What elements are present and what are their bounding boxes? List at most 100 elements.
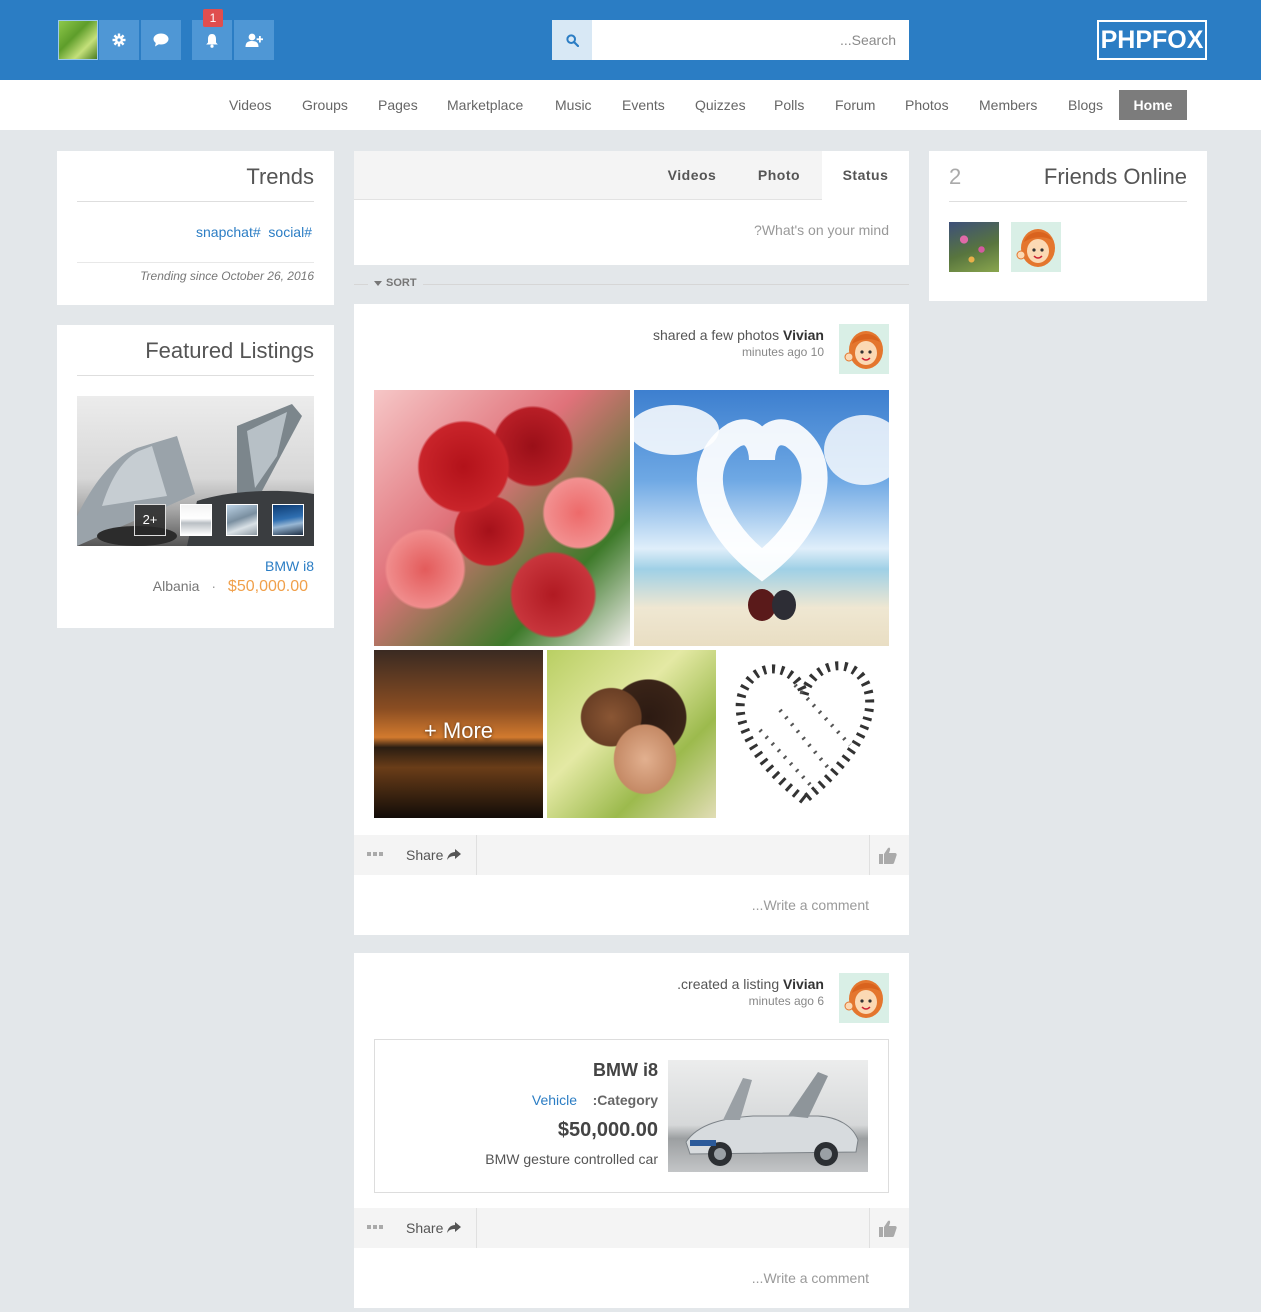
listing-card[interactable]: BMW i8 Vehicle :Category $50,000.00 BMW … (374, 1039, 889, 1193)
post-author[interactable]: Vivian (783, 327, 824, 343)
tab-status[interactable]: Status (822, 151, 909, 201)
photo-ink-heart[interactable] (720, 650, 889, 818)
thumbs-up-icon (879, 1220, 897, 1237)
share-button[interactable]: Share (406, 1208, 462, 1248)
more-options-icon[interactable] (367, 852, 383, 856)
feed-post: shared a few photos Vivian minutes ago 1… (354, 304, 909, 935)
search-bar (552, 20, 909, 60)
nav-groups[interactable]: Groups (302, 80, 348, 130)
listing-price: $50,000.00 (227, 578, 308, 595)
trends-title: Trends (246, 164, 314, 189)
listing-description: BMW gesture controlled car (485, 1151, 658, 1167)
ink-heart-image (735, 661, 875, 806)
sort-label: SORT (386, 277, 417, 289)
nav-members[interactable]: Members (979, 80, 1037, 130)
divider (77, 375, 314, 376)
friend-requests-button[interactable] (234, 20, 274, 60)
cartoon-avatar (1016, 229, 1055, 267)
listing-thumbnail[interactable] (180, 504, 212, 536)
listing-image[interactable]: 2+ (77, 396, 314, 546)
trend-tag[interactable]: snapchat# (196, 224, 261, 240)
status-composer: Videos Photo Status ?What's on your mind (354, 151, 909, 265)
gear-icon (112, 33, 126, 47)
post-time[interactable]: minutes ago 6 (749, 994, 824, 1008)
user-avatar[interactable] (58, 20, 98, 60)
settings-button[interactable] (99, 20, 139, 60)
divider (869, 835, 870, 875)
search-button[interactable] (552, 20, 592, 60)
nav-home[interactable]: Home (1119, 90, 1187, 120)
tab-videos[interactable]: Videos (648, 151, 736, 200)
divider (77, 262, 314, 263)
photo-heart-cloud[interactable] (634, 390, 889, 646)
search-input[interactable] (592, 20, 909, 60)
nav-quizzes[interactable]: Quizzes (695, 80, 746, 130)
site-logo[interactable]: PHPFOX (1097, 20, 1207, 60)
messages-button[interactable] (141, 20, 181, 60)
like-button[interactable] (879, 1220, 897, 1242)
nav-music[interactable]: Music (555, 80, 592, 130)
main-nav: Videos Groups Pages Marketplace Music Ev… (0, 80, 1261, 130)
nav-photos[interactable]: Photos (905, 80, 949, 130)
share-arrow-icon (447, 1222, 462, 1233)
like-button[interactable] (879, 847, 897, 869)
photo-sunset-more[interactable]: + More (374, 650, 543, 818)
author-avatar[interactable] (839, 973, 889, 1023)
listing-card-title[interactable]: BMW i8 (593, 1060, 658, 1081)
photo-couple[interactable] (547, 650, 716, 818)
post-header-text: shared a few photos Vivian (653, 327, 824, 343)
featured-title: Featured Listings (145, 338, 314, 363)
nav-marketplace[interactable]: Marketplace (447, 80, 523, 130)
featured-listings-panel: Featured Listings 2+ BMW i8 Albania · $5… (57, 325, 334, 628)
category-value[interactable]: Vehicle (532, 1092, 577, 1108)
more-photos-label[interactable]: + More (374, 718, 543, 744)
listing-category: Vehicle :Category (532, 1092, 658, 1108)
divider (949, 201, 1187, 202)
post-action-bar: Share (354, 1208, 909, 1248)
photo-roses[interactable] (374, 390, 630, 646)
listing-card-image[interactable] (668, 1060, 868, 1172)
sort-dropdown[interactable]: SORT (368, 277, 423, 289)
tab-photo[interactable]: Photo (736, 151, 822, 200)
more-options-icon[interactable] (367, 1225, 383, 1229)
trend-tags: snapchat# social# (196, 224, 312, 240)
listing-thumbnail[interactable] (226, 504, 258, 536)
nav-forum[interactable]: Forum (835, 80, 875, 130)
friend-avatar[interactable] (1011, 222, 1061, 272)
caret-down-icon (374, 280, 382, 286)
comment-input[interactable] (354, 875, 909, 935)
cartoon-avatar (844, 331, 883, 369)
divider (476, 835, 477, 875)
friends-online-title: Friends Online (1043, 164, 1187, 189)
listing-thumbnail[interactable] (272, 504, 304, 536)
share-button[interactable]: Share (406, 835, 462, 875)
nav-videos[interactable]: Videos (229, 80, 272, 130)
post-action: .created a listing (677, 976, 780, 992)
search-icon (565, 33, 579, 47)
nav-events[interactable]: Events (622, 80, 665, 130)
post-header-text: .created a listing Vivian (677, 976, 824, 992)
nav-polls[interactable]: Polls (774, 80, 804, 130)
post-action: shared a few photos (653, 327, 780, 343)
add-user-icon (245, 33, 263, 47)
friend-avatar[interactable] (949, 222, 999, 272)
post-author[interactable]: Vivian (783, 976, 824, 992)
category-label: :Category (592, 1092, 658, 1108)
comment-input[interactable] (354, 1248, 909, 1308)
listing-title-link[interactable]: BMW i8 (265, 558, 314, 574)
nav-blogs[interactable]: Blogs (1068, 80, 1103, 130)
share-arrow-icon (447, 849, 462, 860)
more-photos-count[interactable]: 2+ (134, 504, 166, 536)
trends-panel: Trends snapchat# social# Trending since … (57, 151, 334, 305)
nav-pages[interactable]: Pages (378, 80, 418, 130)
trend-tag[interactable]: social# (268, 224, 312, 240)
top-bar: 1 PHPFOX (0, 0, 1261, 80)
status-input[interactable]: ?What's on your mind (754, 222, 889, 238)
cartoon-avatar (844, 980, 883, 1018)
sort-divider (354, 284, 909, 285)
separator: · (211, 578, 217, 594)
post-time[interactable]: minutes ago 10 (742, 345, 824, 359)
divider (869, 1208, 870, 1248)
divider (77, 201, 314, 202)
author-avatar[interactable] (839, 324, 889, 374)
